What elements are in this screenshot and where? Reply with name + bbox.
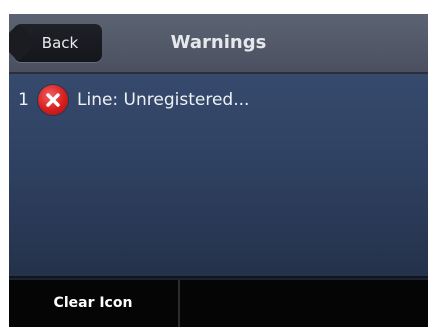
header-bar: Back Warnings <box>9 14 428 74</box>
empty-softkey[interactable] <box>180 280 428 327</box>
softkey-bar: Clear Icon <box>9 280 428 327</box>
error-icon <box>38 85 68 115</box>
phone-screen: Back Warnings 1 Line: Unregistered... Cl… <box>9 14 428 327</box>
warnings-list: 1 Line: Unregistered... <box>9 74 428 278</box>
page-title: Warnings <box>170 32 267 53</box>
item-number: 1 <box>18 90 29 110</box>
back-button[interactable]: Back <box>14 24 102 62</box>
clear-icon-softkey[interactable]: Clear Icon <box>9 280 177 327</box>
back-button-label: Back <box>41 34 79 52</box>
list-item[interactable]: 1 Line: Unregistered... <box>9 82 428 118</box>
warning-text: Line: Unregistered... <box>77 90 250 110</box>
